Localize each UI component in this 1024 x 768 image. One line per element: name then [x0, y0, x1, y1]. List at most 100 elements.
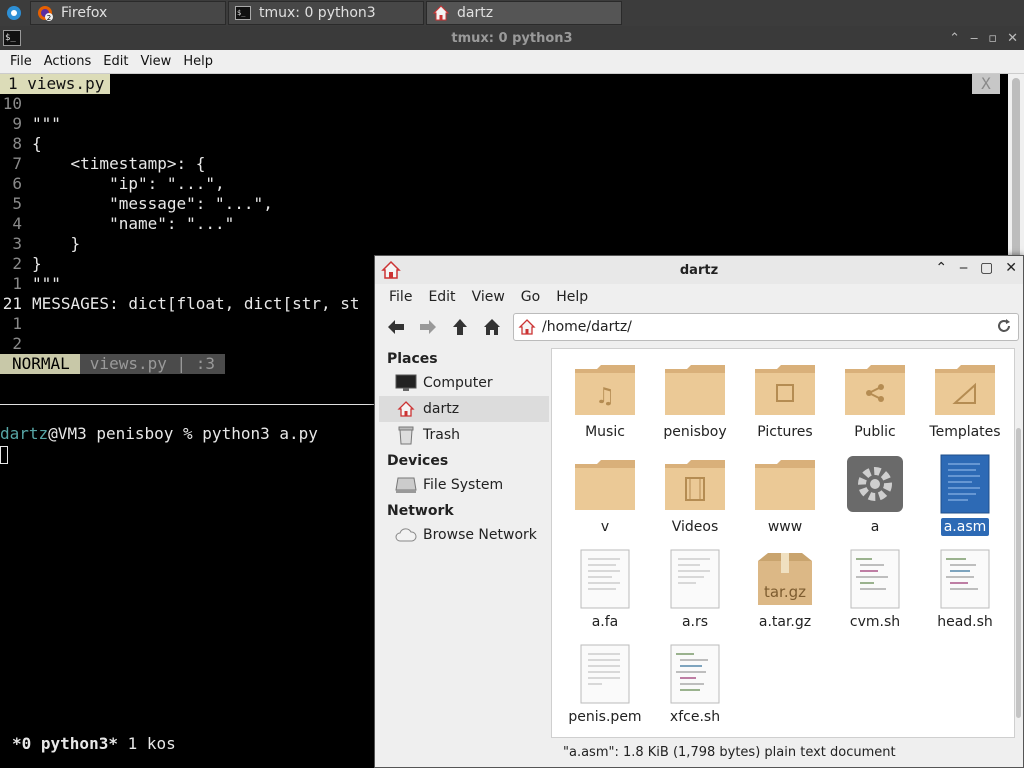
code-line: 1	[12, 314, 22, 333]
text-cursor	[0, 445, 8, 464]
folder-icon	[753, 452, 817, 516]
menu-file[interactable]: File	[381, 289, 420, 305]
folder-public-icon	[843, 357, 907, 421]
scrollbar-thumb[interactable]	[1012, 78, 1020, 268]
folder-templates-icon	[933, 357, 997, 421]
folder-videos-icon	[663, 452, 727, 516]
file-item[interactable]: Templates	[920, 357, 1010, 452]
cloud-icon	[395, 525, 417, 545]
terminal-icon: $_	[235, 5, 251, 21]
code-line: 2	[12, 334, 22, 353]
reload-icon[interactable]	[996, 318, 1012, 334]
script-file-icon	[933, 547, 997, 611]
sidebar-header-network: Network	[387, 503, 454, 519]
svg-text:2: 2	[47, 14, 51, 21]
task-label: tmux: 0 python3	[259, 5, 376, 21]
file-item[interactable]: a.fa	[560, 547, 650, 642]
sidebar-item-computer[interactable]: Computer	[379, 370, 549, 396]
vim-mode: NORMAL	[0, 354, 80, 374]
file-item[interactable]: cvm.sh	[830, 547, 920, 642]
code-line: 3 }	[12, 234, 81, 253]
text-file-icon	[933, 452, 997, 516]
file-manager-toolbar: /home/dartz/	[375, 310, 1023, 344]
file-item[interactable]: a	[830, 452, 920, 547]
taskbar: 2 Firefox $_ tmux: 0 python3 dartz	[0, 0, 1024, 26]
shell-prompt: dartz@VM3 penisboy % python3 a.py	[0, 424, 318, 443]
back-button[interactable]	[383, 314, 409, 340]
file-item[interactable]: v	[560, 452, 650, 547]
file-item[interactable]: Videos	[650, 452, 740, 547]
up-button[interactable]	[447, 314, 473, 340]
maximize-icon[interactable]: ▢	[980, 260, 993, 276]
menu-actions[interactable]: Actions	[38, 54, 98, 69]
firefox-icon: 2	[37, 5, 53, 21]
file-item[interactable]: www	[740, 452, 830, 547]
file-manager-titlebar[interactable]: dartz ⌃ ‒ ▢ ✕	[375, 256, 1023, 284]
file-item[interactable]: penis.pem	[560, 642, 650, 737]
vim-tab-close[interactable]: X	[972, 74, 1000, 94]
menu-go[interactable]: Go	[513, 289, 548, 305]
location-bar[interactable]: /home/dartz/	[513, 313, 1019, 341]
home-icon	[433, 5, 449, 21]
file-item[interactable]: ♫ Music	[560, 357, 650, 452]
shell-cursor-line	[0, 444, 8, 464]
sidebar-item-trash[interactable]: Trash	[379, 422, 549, 448]
menu-view[interactable]: View	[134, 54, 177, 69]
sidebar-header-places: Places	[387, 351, 438, 367]
text-file-icon	[573, 547, 637, 611]
minimize-icon[interactable]: ‒	[970, 31, 978, 46]
trash-icon	[395, 425, 417, 445]
file-icon-view[interactable]: ♫ Music penisboy Pictures Public Templat	[551, 348, 1015, 738]
folder-icon	[663, 357, 727, 421]
vim-tab[interactable]: 1 views.py	[0, 74, 111, 94]
task-terminal[interactable]: $_ tmux: 0 python3	[228, 1, 424, 25]
menu-file[interactable]: File	[4, 54, 38, 69]
tmux-window-other[interactable]: 1 kos	[118, 734, 176, 753]
home-button[interactable]	[479, 314, 505, 340]
sidebar-item-browse-network[interactable]: Browse Network	[379, 522, 549, 548]
task-firefox[interactable]: 2 Firefox	[30, 1, 226, 25]
menu-help[interactable]: Help	[177, 54, 219, 69]
code-line: 9 """	[12, 114, 61, 133]
file-item[interactable]: xfce.sh	[650, 642, 740, 737]
menu-edit[interactable]: Edit	[97, 54, 134, 69]
close-icon[interactable]: ✕	[1007, 31, 1018, 46]
scrollbar-thumb[interactable]	[1016, 428, 1021, 718]
minimize-icon[interactable]: ‒	[959, 260, 968, 276]
file-item[interactable]: head.sh	[920, 547, 1010, 642]
menu-view[interactable]: View	[464, 289, 513, 305]
xfce-logo-icon	[7, 6, 21, 20]
tmux-window-active[interactable]: *0 python3*	[12, 734, 118, 753]
file-item[interactable]: Public	[830, 357, 920, 452]
file-item[interactable]: Pictures	[740, 357, 830, 452]
app-menu-button[interactable]	[0, 0, 28, 26]
maximize-up-icon[interactable]: ⌃	[935, 260, 947, 276]
arrow-right-icon	[420, 320, 436, 334]
file-item[interactable]: a.rs	[650, 547, 740, 642]
archive-icon: tar.gz	[753, 547, 817, 611]
terminal-titlebar[interactable]: $_ tmux: 0 python3 ⌃ ‒ ▫ ✕	[0, 26, 1024, 50]
task-file-manager[interactable]: dartz	[426, 1, 622, 25]
sidebar: Places Computer dartz Trash Devices File…	[379, 348, 549, 738]
sidebar-header-devices: Devices	[387, 453, 449, 469]
sidebar-item-file-system[interactable]: File System	[379, 472, 549, 498]
file-item[interactable]: penisboy	[650, 357, 740, 452]
file-item-selected[interactable]: a.asm	[920, 452, 1010, 547]
code-line: 4 "name": "..."	[12, 214, 235, 233]
text-file-icon	[663, 547, 727, 611]
menu-help[interactable]: Help	[548, 289, 596, 305]
menu-edit[interactable]: Edit	[420, 289, 463, 305]
arrow-up-icon	[453, 319, 467, 335]
maximize-up-icon[interactable]: ⌃	[949, 31, 960, 46]
sidebar-item-home[interactable]: dartz	[379, 396, 549, 422]
status-bar: "a.asm": 1.8 KiB (1,798 bytes) plain tex…	[551, 740, 1023, 766]
file-view-scrollbar[interactable]	[1015, 348, 1023, 738]
home-icon	[484, 319, 500, 335]
code-line-current: 21 MESSAGES: dict[float, dict[str, st	[2, 294, 360, 313]
drive-icon	[395, 475, 417, 495]
forward-button[interactable]	[415, 314, 441, 340]
restore-icon[interactable]: ▫	[988, 31, 997, 46]
close-icon[interactable]: ✕	[1005, 260, 1017, 276]
file-item[interactable]: tar.gz a.tar.gz	[740, 547, 830, 642]
code-line: 1 """	[12, 274, 61, 293]
